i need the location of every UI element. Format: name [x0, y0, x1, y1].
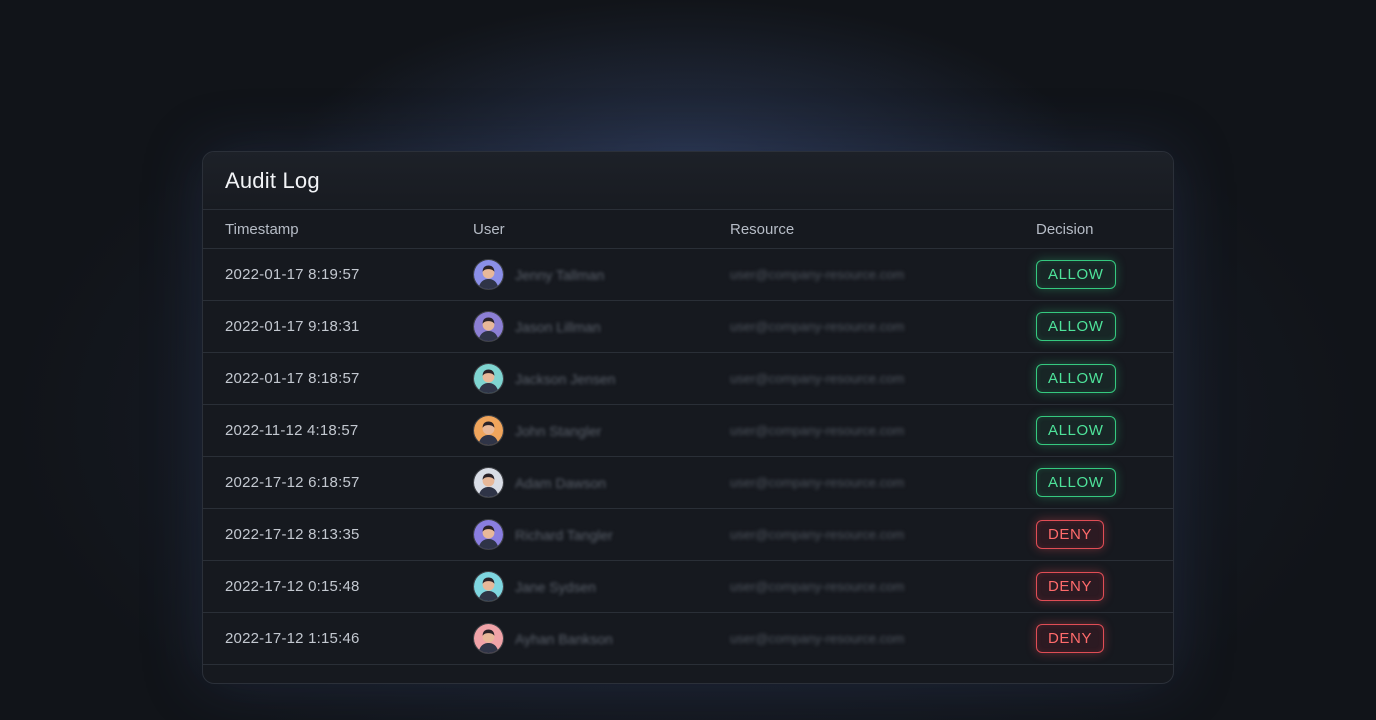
timestamp-cell: 2022-11-12 4:18:57	[225, 422, 359, 439]
table-row[interactable]: 2022-17-12 6:18:57 Adam Dawson user@comp…	[203, 457, 1173, 509]
timestamp-cell: 2022-17-12 0:15:48	[225, 578, 360, 595]
page-background: Audit Log Timestamp User Resource Decisi…	[0, 0, 1376, 720]
table-body: 2022-01-17 8:19:57 Jenny Tallman user@co…	[203, 249, 1173, 665]
resource-cell: user@company-resource.com	[730, 579, 905, 594]
table-row[interactable]: 2022-01-17 9:18:31 Jason Lillman user@co…	[203, 301, 1173, 353]
column-header-user[interactable]: User	[473, 221, 505, 238]
table-row[interactable]: 2022-17-12 8:13:35 Richard Tangler user@…	[203, 509, 1173, 561]
timestamp-cell: 2022-17-12 1:15:46	[225, 630, 360, 647]
user-avatar-icon	[473, 623, 504, 654]
table-row[interactable]: 2022-11-12 4:18:57 John Stangler user@co…	[203, 405, 1173, 457]
decision-badge: DENY	[1036, 572, 1105, 601]
audit-log-card: Audit Log Timestamp User Resource Decisi…	[202, 151, 1174, 684]
user-avatar-icon	[473, 467, 504, 498]
decision-cell: DENY	[1036, 520, 1105, 549]
user-name: Jason Lillman	[515, 318, 601, 335]
user-avatar-icon	[473, 311, 504, 342]
user-cell: John Stangler	[473, 415, 601, 446]
timestamp-cell: 2022-17-12 8:13:35	[225, 526, 360, 543]
decision-badge: DENY	[1036, 624, 1105, 653]
user-avatar-icon	[473, 415, 504, 446]
resource-cell: user@company-resource.com	[730, 527, 905, 542]
table-row[interactable]: 2022-01-17 8:19:57 Jenny Tallman user@co…	[203, 249, 1173, 301]
user-cell: Richard Tangler	[473, 519, 613, 550]
decision-cell: ALLOW	[1036, 260, 1116, 289]
decision-cell: ALLOW	[1036, 468, 1116, 497]
column-header-timestamp[interactable]: Timestamp	[225, 221, 299, 238]
resource-cell: user@company-resource.com	[730, 423, 905, 438]
table-row[interactable]: 2022-17-12 1:15:46 Ayhan Bankson user@co…	[203, 613, 1173, 665]
timestamp-cell: 2022-01-17 8:18:57	[225, 370, 360, 387]
page-title: Audit Log	[225, 167, 320, 193]
decision-cell: ALLOW	[1036, 364, 1116, 393]
table-row[interactable]: 2022-01-17 8:18:57 Jackson Jensen user@c…	[203, 353, 1173, 405]
resource-cell: user@company-resource.com	[730, 631, 905, 646]
user-cell: Jenny Tallman	[473, 259, 604, 290]
table-header: Timestamp User Resource Decision	[203, 210, 1173, 249]
resource-cell: user@company-resource.com	[730, 371, 905, 386]
column-header-decision[interactable]: Decision	[1036, 221, 1094, 238]
user-cell: Jason Lillman	[473, 311, 601, 342]
decision-badge: ALLOW	[1036, 312, 1116, 341]
user-name: Jane Sydsen	[515, 578, 596, 595]
timestamp-cell: 2022-01-17 8:19:57	[225, 266, 360, 283]
user-name: John Stangler	[515, 422, 602, 439]
user-avatar-icon	[473, 571, 504, 602]
user-cell: Jackson Jensen	[473, 363, 615, 394]
user-name: Ayhan Bankson	[515, 630, 613, 647]
timestamp-cell: 2022-01-17 9:18:31	[225, 318, 360, 335]
decision-cell: ALLOW	[1036, 416, 1116, 445]
timestamp-cell: 2022-17-12 6:18:57	[225, 474, 360, 491]
decision-badge: ALLOW	[1036, 468, 1116, 497]
decision-badge: ALLOW	[1036, 416, 1116, 445]
table-row[interactable]: 2022-17-12 0:15:48 Jane Sydsen user@comp…	[203, 561, 1173, 613]
decision-badge: ALLOW	[1036, 364, 1116, 393]
resource-cell: user@company-resource.com	[730, 319, 905, 334]
user-avatar-icon	[473, 259, 504, 290]
user-name: Jackson Jensen	[515, 370, 616, 387]
user-name: Richard Tangler	[515, 526, 613, 543]
resource-cell: user@company-resource.com	[730, 267, 905, 282]
user-name: Jenny Tallman	[515, 266, 605, 283]
decision-badge: ALLOW	[1036, 260, 1116, 289]
user-cell: Ayhan Bankson	[473, 623, 613, 654]
column-header-resource[interactable]: Resource	[730, 221, 794, 238]
decision-cell: ALLOW	[1036, 312, 1116, 341]
decision-badge: DENY	[1036, 520, 1105, 549]
user-cell: Adam Dawson	[473, 467, 606, 498]
user-avatar-icon	[473, 363, 504, 394]
resource-cell: user@company-resource.com	[730, 475, 905, 490]
decision-cell: DENY	[1036, 624, 1105, 653]
user-avatar-icon	[473, 519, 504, 550]
user-name: Adam Dawson	[515, 474, 607, 491]
user-cell: Jane Sydsen	[473, 571, 596, 602]
decision-cell: DENY	[1036, 572, 1105, 601]
card-header: Audit Log	[203, 152, 1173, 210]
